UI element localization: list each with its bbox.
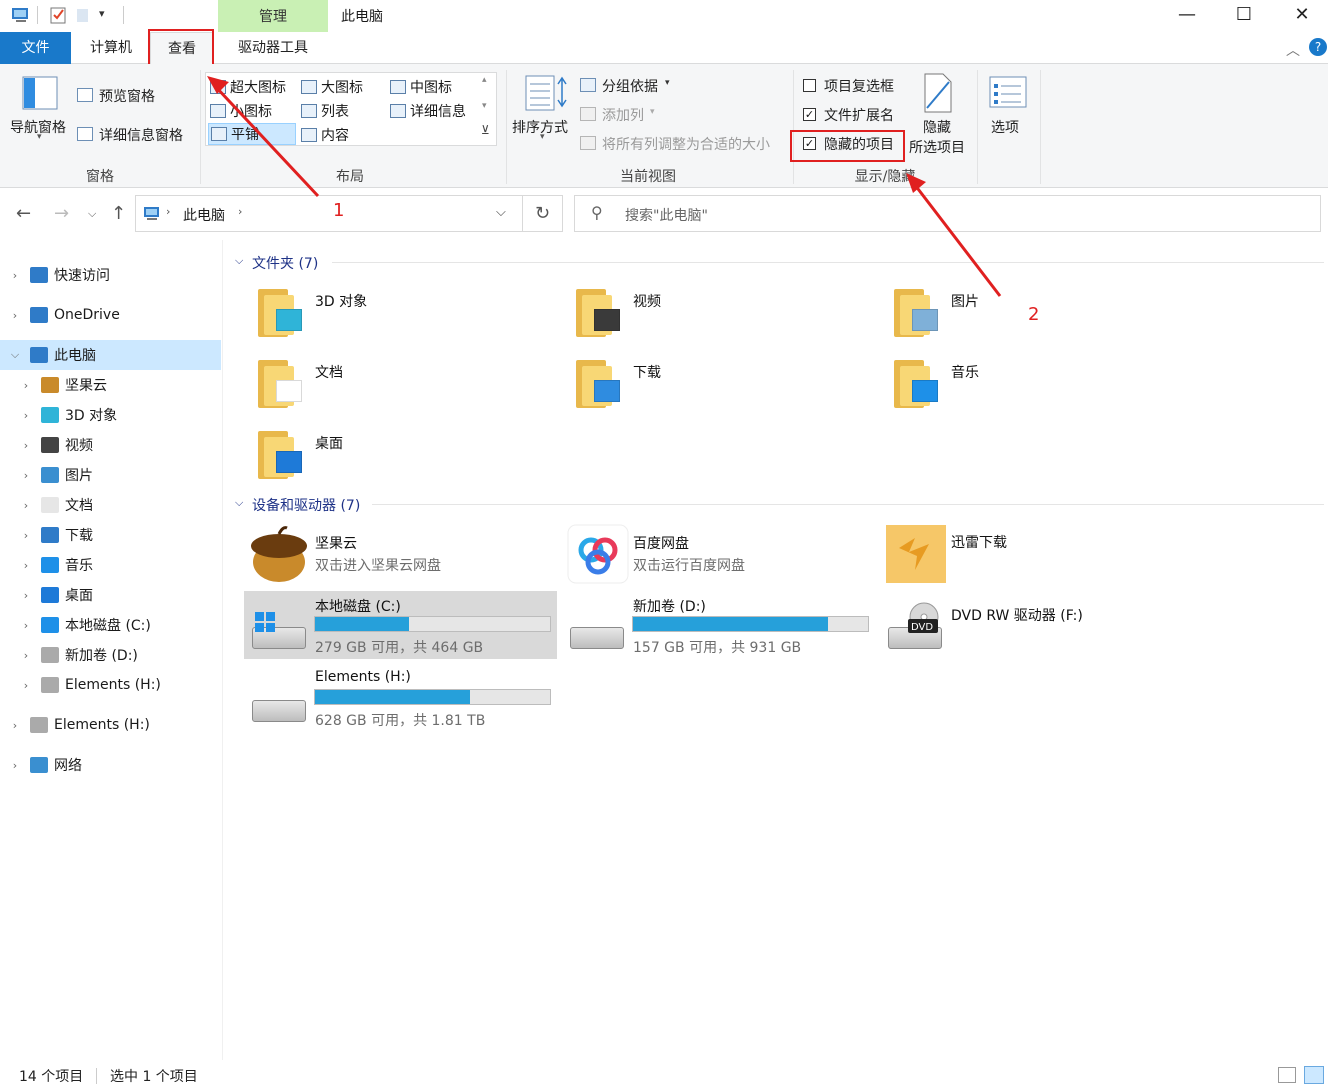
annotation-arrows: [207, 76, 1002, 297]
status-bar: 14 个项目 选中 1 个项目: [0, 1061, 1328, 1092]
selected-count: 选中 1 个项目: [110, 1069, 198, 1085]
arrow-2-head: [906, 173, 926, 193]
arrow-1-head: [207, 76, 229, 94]
annotation-label-1: 1: [333, 200, 345, 221]
annotation-label-2: 2: [1028, 304, 1040, 325]
arrow-1-line: [213, 84, 320, 198]
large-icons-view-icon[interactable]: [1304, 1066, 1324, 1084]
arrow-2-line: [913, 184, 1002, 297]
item-count: 14 个项目: [19, 1069, 84, 1085]
details-view-icon[interactable]: [1278, 1067, 1296, 1083]
divider: [96, 1068, 97, 1084]
